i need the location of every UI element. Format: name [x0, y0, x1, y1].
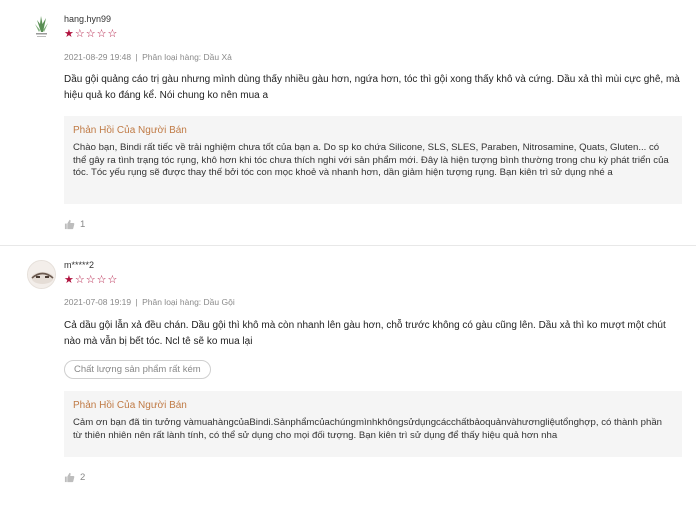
avatar[interactable]: [27, 260, 56, 289]
star-filled-icon: ★: [64, 274, 75, 286]
review-item: hang.hyn99 ★☆☆☆☆ 2021-08-29 19:48 | Phân…: [0, 0, 696, 246]
rating-stars: ★☆☆☆☆: [64, 274, 118, 286]
like-button[interactable]: 1: [64, 219, 85, 230]
rating-stars: ★☆☆☆☆: [64, 28, 118, 40]
product-variant: Phân loại hàng: Dầu Gội: [142, 297, 235, 307]
review-tag-chip: Chất lượng sản phẩm rất kém: [64, 360, 211, 379]
like-count: 2: [80, 472, 86, 483]
plant-logo-icon: [27, 12, 56, 41]
review-meta: 2021-07-08 19:19 | Phân loại hàng: Dầu G…: [64, 297, 235, 307]
avatar[interactable]: [27, 12, 56, 41]
seller-reply-text: Chào bạn, Bindi rất tiếc về trải nghiệm …: [73, 142, 669, 178]
review-meta: 2021-08-29 19:48 | Phân loại hàng: Dầu X…: [64, 52, 232, 62]
review-date: 2021-08-29 19:48: [64, 52, 132, 62]
star-filled-icon: ★: [64, 28, 75, 40]
seller-reply-text: Cảm ơn bạn đã tin tưởng vàmuahàngcủaBind…: [73, 417, 663, 441]
review-comment: Cả dầu gội lẫn xả đều chán. Dầu gội thì …: [64, 320, 666, 347]
seller-reply-title: Phản Hồi Của Người Bán: [73, 400, 187, 411]
thumbs-up-icon[interactable]: [64, 219, 75, 230]
product-variant: Phân loại hàng: Dầu Xả: [142, 52, 232, 62]
reviewer-username: hang.hyn99: [64, 14, 112, 24]
seller-reply-title: Phản Hồi Của Người Bán: [73, 125, 187, 136]
review-comment: Dầu gội quảng cáo trị gàu nhưng mình dùn…: [64, 74, 680, 101]
like-button[interactable]: 2: [64, 472, 85, 483]
meta-separator: |: [135, 297, 138, 307]
review-date: 2021-07-08 19:19: [64, 297, 132, 307]
like-count: 1: [80, 219, 86, 230]
thumbs-up-icon[interactable]: [64, 472, 75, 483]
user-photo-icon: [28, 261, 55, 288]
meta-separator: |: [135, 52, 138, 62]
reviewer-username: m*****2: [64, 260, 95, 270]
star-empty-icon: ☆☆☆☆: [74, 274, 119, 286]
review-item: m*****2 ★☆☆☆☆ 2021-07-08 19:19 | Phân lo…: [0, 248, 696, 505]
star-empty-icon: ☆☆☆☆: [74, 28, 119, 40]
seller-reply: Phản Hồi Của Người Bán Cảm ơn bạn đã tin…: [64, 391, 682, 457]
seller-reply: Phản Hồi Của Người Bán Chào bạn, Bindi r…: [64, 116, 682, 204]
